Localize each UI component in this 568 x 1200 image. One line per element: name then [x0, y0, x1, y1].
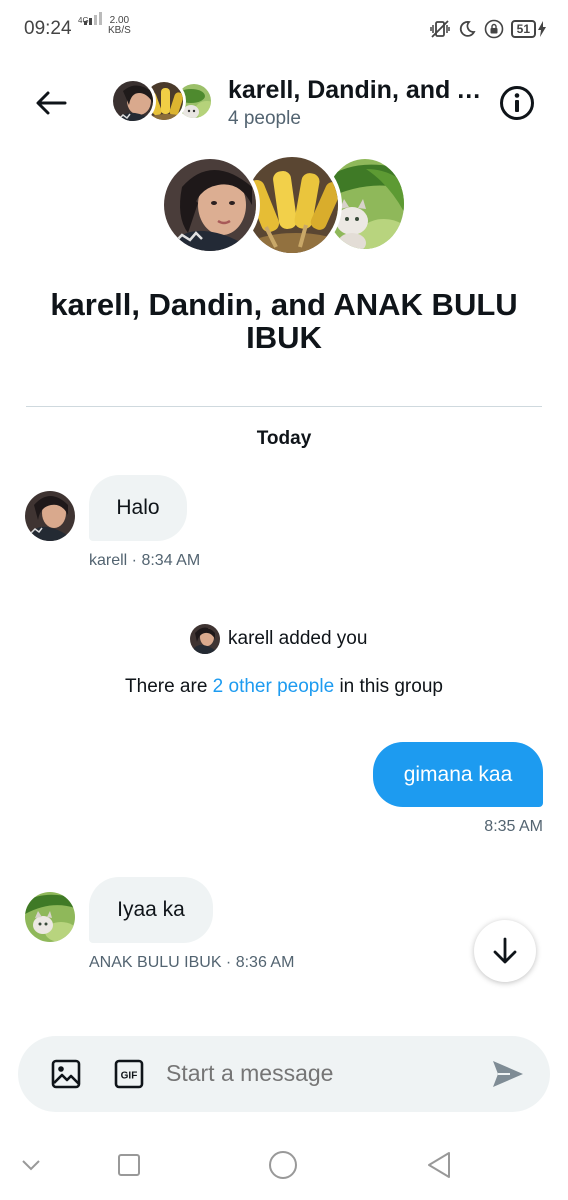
nav-back-button[interactable]: [422, 1148, 456, 1182]
gif-icon: GIF: [114, 1059, 144, 1089]
system-message-added: karell added you: [190, 623, 367, 655]
avatar-karell-large: [160, 155, 260, 255]
message-input[interactable]: [166, 1060, 466, 1087]
send-button[interactable]: [490, 1058, 526, 1090]
circle-icon: [269, 1151, 297, 1179]
nav-collapse-button[interactable]: [14, 1148, 48, 1182]
info-button[interactable]: [498, 84, 536, 122]
status-time: 09:24: [24, 18, 72, 39]
message-bubble[interactable]: Halo: [89, 475, 187, 541]
avatar[interactable]: [25, 892, 75, 942]
info-icon: [500, 86, 534, 120]
system-added-text: karell added you: [228, 628, 368, 649]
avatar-karell: [110, 78, 156, 124]
triangle-back-icon: [428, 1152, 450, 1178]
moon-icon: [457, 19, 477, 39]
battery-icon: 51: [510, 20, 546, 38]
message-meta: ANAK BULU IBUK · 8:36 AM: [89, 954, 295, 971]
add-image-button[interactable]: [50, 1058, 82, 1090]
system-message-group-info: There are 2 other people in this group: [125, 676, 443, 697]
back-button[interactable]: [32, 84, 70, 122]
conversation-title[interactable]: karell, Dandin, and ANAK BULU IBUK: [228, 76, 496, 105]
message-text: Halo: [116, 496, 160, 519]
status-bar: 09:24 4G 2.00 KB/S 51: [0, 0, 568, 60]
avatar: [190, 624, 220, 654]
charging-icon: [538, 21, 546, 37]
scroll-to-bottom-button[interactable]: [474, 920, 536, 982]
nav-home-button[interactable]: [266, 1148, 300, 1182]
message-composer: GIF: [18, 1036, 550, 1112]
vibrate-icon: [429, 19, 450, 39]
system-navigation-bar: [0, 1130, 568, 1200]
image-icon: [51, 1059, 81, 1089]
nav-recents-button[interactable]: [112, 1148, 146, 1182]
square-icon: [118, 1154, 140, 1176]
message-bubble[interactable]: Iyaa ka: [89, 877, 213, 943]
message-meta: karell · 8:34 AM: [89, 552, 201, 569]
other-people-link[interactable]: 2 other people: [213, 676, 335, 697]
member-count: 4 people: [228, 108, 301, 129]
message-bubble-outgoing[interactable]: gimana kaa: [373, 742, 543, 807]
add-gif-button[interactable]: GIF: [113, 1058, 145, 1090]
arrow-down-icon: [493, 937, 517, 964]
lock-rotation-icon: [484, 19, 504, 39]
group-avatars-large: [160, 153, 410, 257]
group-avatars[interactable]: [110, 78, 214, 126]
chevron-down-icon: [22, 1160, 40, 1171]
message-text: gimana kaa: [403, 762, 513, 786]
send-icon: [493, 1061, 523, 1087]
arrow-left-icon: [36, 91, 67, 115]
signal-icon: 4G: [76, 12, 106, 38]
svg-text:GIF: GIF: [121, 1071, 138, 1082]
network-speed: 2.00 KB/S: [108, 15, 131, 36]
message-text: Iyaa ka: [117, 898, 185, 921]
message-meta: 8:35 AM: [484, 818, 543, 835]
divider: [26, 406, 542, 407]
avatar[interactable]: [25, 491, 75, 541]
group-name: karell, Dandin, and ANAK BULU IBUK: [50, 287, 518, 355]
day-separator: Today: [256, 428, 312, 449]
